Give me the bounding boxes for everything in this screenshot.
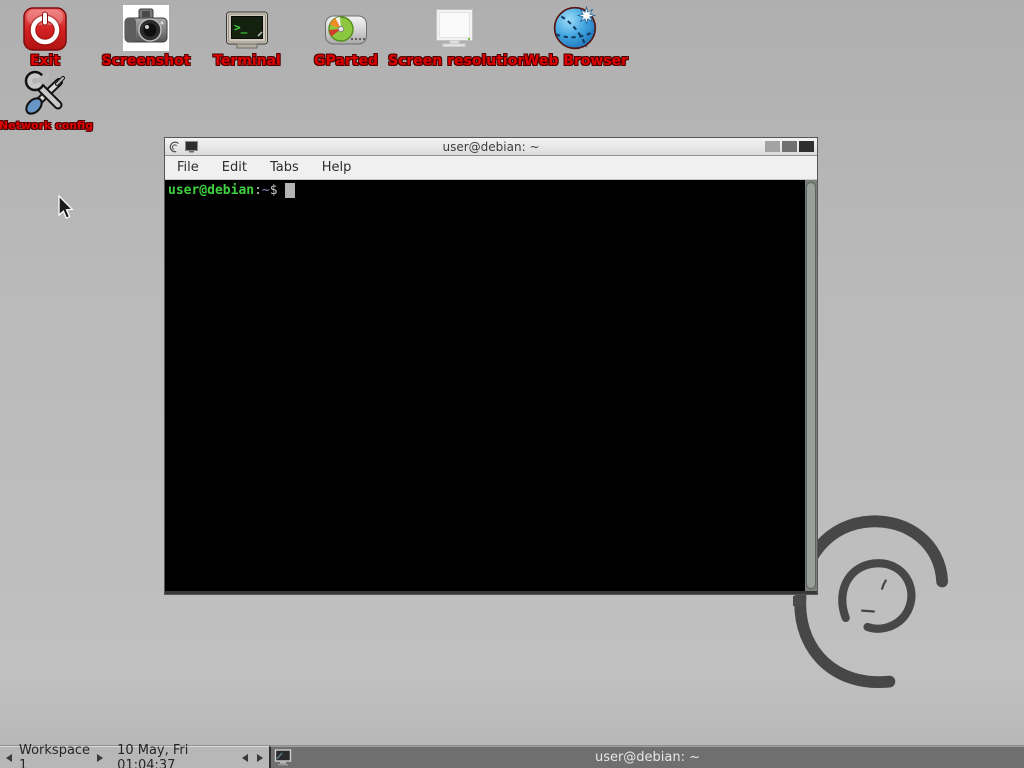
window-title: user@debian: ~ (165, 140, 817, 154)
mouse-cursor-icon (57, 195, 75, 221)
globe-icon (552, 3, 600, 51)
terminal-crt-icon: >_ (225, 9, 269, 51)
taskbar: Workspace 1 10 May, Fri 01:04:37 user@de… (0, 745, 1024, 768)
close-button[interactable] (799, 141, 814, 152)
task-button-terminal[interactable]: user@debian: ~ (269, 746, 1024, 768)
exit-power-icon (23, 7, 67, 51)
prompt-user-host: user@debian (168, 183, 254, 198)
maximize-button[interactable] (782, 141, 797, 152)
workspace-prev-icon[interactable] (6, 754, 12, 762)
svg-text:>_: >_ (234, 21, 248, 34)
task-monitor-icon (274, 749, 292, 766)
camera-icon (123, 5, 169, 51)
prompt-separator: : (254, 183, 262, 198)
desktop-icon-label: Web Browser (510, 53, 642, 69)
desktop-icon-web-browser[interactable]: Web Browser (510, 2, 642, 69)
scrollbar-thumb[interactable] (806, 182, 816, 589)
desktop: { "desktop": { "icons": [ { "id": "exit"… (0, 0, 1024, 768)
prompt-symbol: $ (270, 183, 278, 198)
workspace-label[interactable]: Workspace 1 (19, 743, 90, 768)
window-bottom-border (165, 591, 817, 594)
workspace-next-icon[interactable] (97, 754, 103, 762)
desktop-icon-screen-resolution[interactable]: Screen resolution (388, 2, 520, 69)
scrollbar[interactable] (805, 180, 817, 591)
terminal-cursor (285, 183, 295, 198)
terminal-window: user@debian: ~ File Edit Tabs Help user@… (164, 137, 818, 595)
menu-file[interactable]: File (177, 160, 199, 175)
tools-icon (23, 69, 69, 117)
terminal-screen[interactable]: user@debian:~$ (165, 180, 805, 591)
minimize-button[interactable] (765, 141, 780, 152)
prompt-path: ~ (262, 183, 270, 198)
menu-tabs[interactable]: Tabs (270, 160, 299, 175)
taskbar-clock: 10 May, Fri 01:04:37 (117, 743, 228, 768)
monitor-icon (431, 9, 477, 51)
window-resize-grip[interactable] (793, 596, 806, 606)
taskbar-pager: Workspace 1 10 May, Fri 01:04:37 (0, 746, 269, 768)
desktop-icon-network-config[interactable]: Network config (0, 68, 112, 132)
gparted-disk-icon (324, 9, 368, 51)
window-cycle-prev-icon[interactable] (242, 754, 248, 762)
window-cycle-next-icon[interactable] (257, 754, 263, 762)
desktop-icon-label: Screen resolution (388, 53, 520, 69)
menu-edit[interactable]: Edit (222, 160, 247, 175)
window-menubar: File Edit Tabs Help (165, 156, 817, 180)
task-button-label: user@debian: ~ (595, 750, 700, 765)
menu-help[interactable]: Help (322, 160, 352, 175)
window-menu-debian-icon[interactable] (168, 140, 181, 153)
terminal-app-icon (185, 141, 198, 153)
desktop-icon-label: Network config (0, 119, 112, 132)
window-titlebar[interactable]: user@debian: ~ (165, 138, 817, 156)
